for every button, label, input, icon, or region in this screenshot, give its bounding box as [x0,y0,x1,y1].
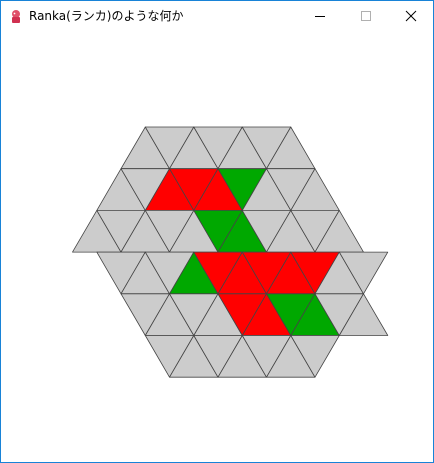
game-board[interactable] [1,1,433,462]
app-window: Ranka(ランカ)のような何か [0,0,434,463]
